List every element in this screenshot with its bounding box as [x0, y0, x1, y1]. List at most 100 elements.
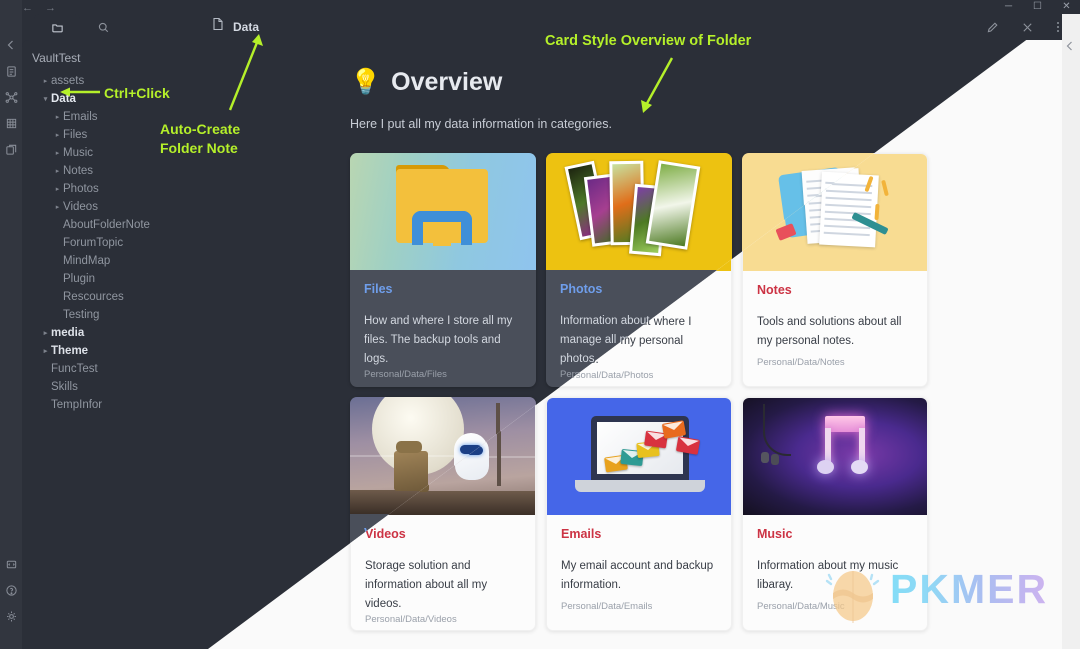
search-tab[interactable]	[80, 14, 126, 40]
tree-item-label: Rescources	[63, 291, 124, 303]
tree-item-skills[interactable]: Skills	[22, 378, 208, 396]
chevron-icon[interactable]: ▾	[40, 95, 51, 103]
chevron-icon[interactable]: ▸	[52, 113, 63, 121]
card-description: Information about my music libaray.	[756, 559, 898, 590]
tree-item-label: TempInfor	[51, 399, 103, 411]
tree-item-functest[interactable]: FuncTest	[22, 360, 208, 378]
file-note-icon[interactable]	[0, 58, 22, 84]
settings-gear-icon[interactable]	[0, 603, 22, 629]
rail-bottom-group	[0, 551, 22, 629]
folder-card-photos[interactable]: Photos Information about where I manage a…	[546, 153, 732, 387]
tree-item-label: Files	[63, 129, 88, 141]
collapse-left-icon[interactable]	[0, 32, 22, 58]
right-gutter	[1062, 14, 1080, 649]
folder-card-videos[interactable]: Videos Storage solution and information a…	[350, 397, 536, 631]
tree-item-label: Videos	[63, 201, 98, 213]
search-icon	[98, 22, 108, 32]
tree-item-label: FuncTest	[51, 363, 98, 375]
ctrl-click-annotation: Ctrl+Click	[104, 85, 170, 101]
tree-item-mindmap[interactable]: MindMap	[22, 252, 208, 270]
document-tab-label: Data	[233, 19, 260, 34]
tree-item-theme[interactable]: ▸Theme	[22, 342, 208, 360]
card-title[interactable]: Notes	[756, 282, 914, 296]
file-icon	[212, 17, 224, 36]
chevron-icon[interactable]: ▸	[40, 347, 51, 355]
tree-item-notes[interactable]: ▸Notes	[22, 162, 208, 180]
chevron-icon[interactable]: ▸	[40, 77, 51, 85]
back-arrow-icon[interactable]: ←	[22, 2, 33, 14]
tree-item-label: Notes	[63, 165, 94, 177]
card-title[interactable]: Files	[364, 282, 522, 296]
tree-item-tempinfor[interactable]: TempInfor	[22, 396, 208, 414]
card-body: Videos Storage solution and information a…	[350, 514, 536, 631]
help-icon[interactable]	[0, 577, 22, 603]
terminal-icon[interactable]	[0, 551, 22, 577]
canvas-grid-icon[interactable]	[0, 110, 22, 136]
card-description: Information about where I manage all my …	[560, 315, 691, 365]
chevron-icon[interactable]: ▸	[52, 149, 63, 157]
folder-card-emails[interactable]: Emails My email account and backup inform…	[546, 397, 732, 631]
card-path: Personal/Data/Photos	[560, 369, 653, 380]
left-icon-rail	[0, 0, 22, 649]
cards-icon[interactable]	[0, 136, 22, 162]
tree-item-videos[interactable]: ▸Videos	[22, 198, 208, 216]
tree-item-testing[interactable]: Testing	[22, 306, 208, 324]
page-subtitle: Here I put all my data information in ca…	[350, 117, 612, 131]
tree-item-label: Skills	[51, 381, 78, 393]
page-title-text: Overview	[391, 68, 503, 96]
card-body: Photos Information about where I manage a…	[546, 270, 732, 387]
tree-item-photos[interactable]: ▸Photos	[22, 180, 208, 198]
tree-item-label: Testing	[63, 309, 100, 321]
folder-card-grid: Files How and where I store all my files.…	[350, 153, 1056, 631]
auto-create-annotation: Auto-Create Folder Note	[160, 121, 241, 156]
document-tab[interactable]: Data	[212, 17, 259, 36]
chevron-icon[interactable]: ▸	[52, 131, 63, 139]
tree-item-label: Emails	[63, 111, 98, 123]
tree-item-label: assets	[51, 75, 85, 87]
window-controls: ─ ☐ ✕	[1003, 1, 1072, 12]
edit-pencil-icon[interactable]	[986, 21, 999, 39]
obsidian-window: 💡 Overview Here I put all my data inform…	[0, 0, 1080, 649]
card-title[interactable]: Photos	[560, 282, 718, 296]
file-explorer-tab[interactable]	[34, 14, 80, 40]
graph-view-icon[interactable]	[0, 84, 22, 110]
tree-item-forumtopic[interactable]: ForumTopic	[22, 234, 208, 252]
note-pane: 💡 Overview Here I put all my data inform…	[208, 40, 1080, 649]
chevron-icon[interactable]: ▸	[52, 167, 63, 175]
forward-arrow-icon[interactable]: →	[45, 2, 56, 14]
folder-card-music[interactable]: Music Information about my music libaray.…	[742, 397, 928, 631]
nav-arrows: ← →	[22, 2, 56, 14]
card-title[interactable]: Emails	[560, 526, 718, 540]
tree-item-label: Theme	[51, 345, 89, 357]
tree-item-label: Music	[63, 147, 94, 159]
page-title: 💡 Overview	[350, 68, 1056, 97]
card-path: Personal/Data/Videos	[364, 613, 456, 624]
card-title[interactable]: Videos	[364, 526, 522, 540]
folder-card-files[interactable]: Files How and where I store all my files.…	[350, 153, 536, 387]
minimize-button[interactable]: ─	[1003, 1, 1014, 12]
tree-item-plugin[interactable]: Plugin	[22, 270, 208, 288]
close-icon[interactable]	[1021, 21, 1034, 39]
walle-eve-moon-image	[350, 397, 536, 514]
card-description: Tools and solutions about all my persona…	[756, 315, 901, 346]
close-button[interactable]: ✕	[1061, 1, 1072, 12]
folder-icon	[51, 23, 63, 32]
chevron-icon[interactable]: ▸	[40, 329, 51, 337]
tree-item-label: ForumTopic	[63, 237, 124, 249]
tree-item-media[interactable]: ▸media	[22, 324, 208, 342]
card-body: Emails My email account and backup inform…	[546, 514, 732, 631]
card-description: Storage solution and information about a…	[364, 559, 487, 609]
card-description: How and where I store all my files. The …	[364, 315, 513, 365]
maximize-button[interactable]: ☐	[1032, 1, 1043, 12]
tree-item-rescources[interactable]: Rescources	[22, 288, 208, 306]
chevron-icon[interactable]: ▸	[52, 185, 63, 193]
card-title[interactable]: Music	[756, 526, 914, 540]
more-options-icon[interactable]	[1056, 20, 1060, 39]
chevron-icon[interactable]: ▸	[52, 203, 63, 211]
tree-item-aboutfoldernote[interactable]: AboutFolderNote	[22, 216, 208, 234]
card-path: Personal/Data/Emails	[560, 602, 652, 613]
folder-card-notes[interactable]: Notes Tools and solutions about all my pe…	[742, 153, 928, 387]
vault-name: VaultTest	[32, 51, 81, 65]
card-path: Personal/Data/Notes	[756, 358, 844, 369]
collapse-right-icon[interactable]	[1064, 40, 1076, 55]
